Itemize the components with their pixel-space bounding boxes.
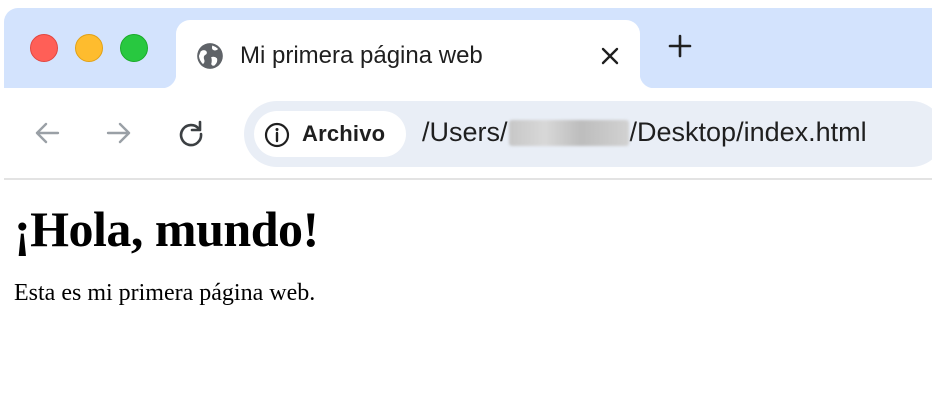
arrow-right-icon[interactable] — [104, 118, 134, 148]
window-close-button[interactable] — [30, 34, 58, 62]
globe-icon — [197, 43, 223, 69]
redacted-username — [508, 119, 629, 146]
address-bar[interactable]: Archivo /Users/ /Desktop/index.html — [244, 101, 932, 167]
chip-label: Archivo — [302, 121, 386, 146]
page-paragraph: Esta es mi primera página web. — [14, 280, 316, 306]
arrow-left-icon[interactable] — [32, 118, 62, 148]
page-content: ¡Hola, mundo! Esta es mi primera página … — [14, 200, 319, 307]
tab-title: Mi primera página web — [240, 42, 483, 69]
page-heading: ¡Hola, mundo! — [14, 201, 319, 257]
url-prefix: /Users/ — [422, 117, 508, 147]
window-minimize-button[interactable] — [75, 34, 103, 62]
url-text[interactable]: /Users/ /Desktop/index.html — [422, 117, 867, 148]
url-suffix: /Desktop/index.html — [629, 117, 867, 147]
toolbar: Archivo /Users/ /Desktop/index.html — [4, 88, 932, 180]
site-info-chip[interactable]: Archivo — [254, 111, 406, 157]
info-icon — [264, 122, 290, 148]
tab-active[interactable]: Mi primera página web — [162, 20, 654, 88]
window-maximize-button[interactable] — [120, 34, 148, 62]
tab-strip: Mi primera página web — [4, 8, 932, 88]
plus-icon[interactable] — [668, 34, 692, 58]
reload-icon[interactable] — [176, 118, 206, 148]
close-icon[interactable] — [600, 46, 620, 66]
